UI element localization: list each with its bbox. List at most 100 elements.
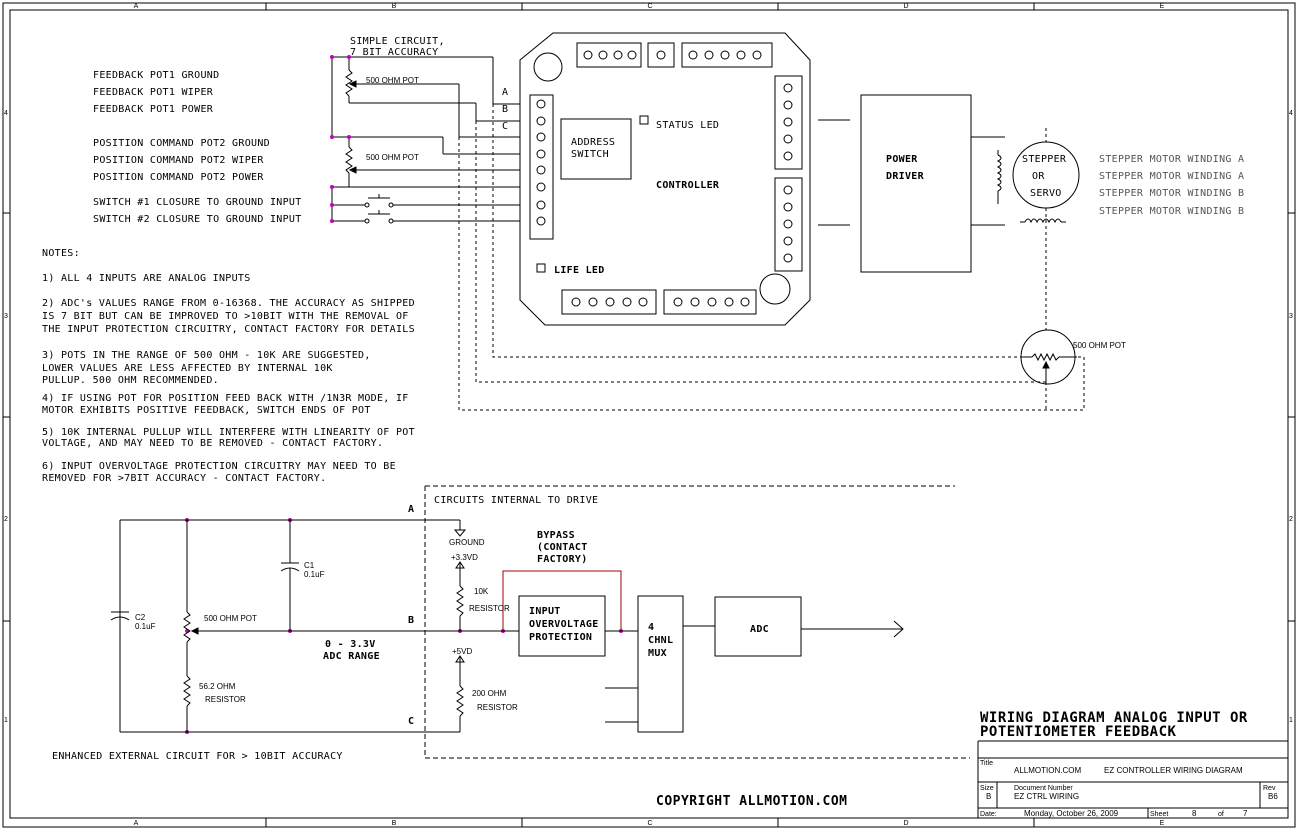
connector-letter-b: B [502, 104, 508, 115]
mux-line-2: CHNL [648, 635, 673, 646]
note-line: LOWER VALUES ARE LESS AFFECTED BY INTERN… [42, 363, 333, 374]
column-label-bottom: D [903, 820, 908, 827]
protection-line-2: OVERVOLTAGE [529, 619, 599, 630]
address-switch-line-2: SWITCH [571, 149, 609, 160]
wire-labels: FEEDBACK POT1 GROUND FEEDBACK POT1 WIPER… [93, 70, 302, 225]
note-line: 3) POTS IN THE RANGE OF 500 OHM - 10K AR… [42, 350, 371, 361]
pot1-label: 500 OHM POT [366, 76, 419, 85]
bypass-line-3: FACTORY) [537, 554, 588, 565]
column-label-top: C [647, 3, 652, 10]
note-line: VOLTAGE, AND MAY NEED TO BE REMOVED - CO… [42, 438, 383, 449]
date-value: Monday, October 26, 2009 [1024, 809, 1119, 818]
r200-label: RESISTOR [477, 703, 518, 712]
wire-label: SWITCH #1 CLOSURE TO GROUND INPUT [93, 197, 302, 208]
rev-value: B6 [1268, 792, 1278, 801]
r10k-value: 10K [474, 587, 489, 596]
row-label-left: 1 [4, 717, 8, 724]
title-field-label: Title [980, 760, 993, 767]
column-label-top: B [392, 3, 397, 10]
node-b-label: B [408, 615, 414, 626]
notes: NOTES: 1) ALL 4 INPUTS ARE ANALOG INPUTS… [42, 248, 415, 484]
internal-label: CIRCUITS INTERNAL TO DRIVE [434, 495, 598, 506]
wire-label: FEEDBACK POT1 GROUND [93, 70, 219, 81]
mux-line-1: 4 [648, 622, 654, 633]
column-label-bottom: B [392, 820, 397, 827]
connector-letter-a: A [502, 87, 508, 98]
column-label-bottom: A [134, 820, 139, 827]
c2-value: 0.1uF [135, 622, 156, 631]
simple-circuit-label: SIMPLE CIRCUIT, 7 BIT ACCURACY [350, 36, 445, 58]
note-line: THE INPUT PROTECTION CIRCUITRY, CONTACT … [42, 324, 415, 335]
c1-value: 0.1uF [304, 570, 325, 579]
feedback-pot-label: 500 OHM POT [1073, 341, 1126, 350]
adc-range-value: 0 - 3.3V [325, 639, 376, 650]
v5-label: +5VD [452, 647, 472, 656]
wire-label: POSITION COMMAND POT2 POWER [93, 172, 264, 183]
wire-label: SWITCH #2 CLOSURE TO GROUND INPUT [93, 214, 302, 225]
protection-line-1: INPUT [529, 606, 561, 617]
wire-label: FEEDBACK POT1 POWER [93, 104, 214, 115]
row-label-right: 1 [1289, 717, 1293, 724]
pot-label: 500 OHM POT [204, 614, 257, 623]
size-value: B [986, 792, 991, 801]
bypass-line-1: BYPASS [537, 530, 575, 541]
controller-board [519, 32, 811, 326]
note-line: PULLUP. 500 OHM RECOMMENDED. [42, 375, 219, 386]
v33-label: +3.3VD [451, 553, 478, 562]
winding-label: STEPPER MOTOR WINDING A [1099, 171, 1244, 182]
note-line: MOTOR EXHIBITS POSITIVE FEEDBACK, SWITCH… [42, 405, 371, 416]
copyright: COPYRIGHT ALLMOTION.COM [656, 794, 848, 809]
ground-label: GROUND [449, 538, 485, 547]
drawing-name: EZ CONTROLLER WIRING DIAGRAM [1104, 766, 1243, 775]
winding-label: STEPPER MOTOR WINDING B [1099, 188, 1244, 199]
adc-label: ADC [750, 624, 769, 635]
row-label-right: 2 [1289, 516, 1293, 523]
enhanced-circuit-label: ENHANCED EXTERNAL CIRCUIT FOR > 10BIT AC… [52, 751, 343, 762]
sheet-label: Sheet [1150, 811, 1168, 818]
size-field-label: Size [980, 785, 994, 792]
note-line: REMOVED FOR >7BIT ACCURACY - CONTACT FAC… [42, 473, 326, 484]
sheet-value: 8 [1192, 809, 1197, 818]
power-driver-line-1: POWER [886, 154, 918, 165]
column-label-top: A [134, 3, 139, 10]
top-wiring [331, 56, 530, 222]
resistor-56-value: 56.2 OHM [199, 682, 236, 691]
r10k-label: RESISTOR [469, 604, 510, 613]
column-label-bottom: C [647, 820, 652, 827]
note-line: 5) 10K INTERNAL PULLUP WILL INTERFERE WI… [42, 427, 415, 438]
protection-line-3: PROTECTION [529, 632, 592, 643]
winding-label: STEPPER MOTOR WINDING B [1099, 206, 1244, 217]
resistor-56-label: RESISTOR [205, 695, 246, 704]
pot2-label: 500 OHM POT [366, 153, 419, 162]
note-line: 6) INPUT OVERVOLTAGE PROTECTION CIRCUITR… [42, 461, 396, 472]
wire-label: POSITION COMMAND POT2 GROUND [93, 138, 270, 149]
company-name: ALLMOTION.COM [1014, 766, 1081, 775]
address-switch-line-1: ADDRESS [571, 137, 615, 148]
node-a-label: A [408, 504, 414, 515]
simple-circuit-line-2: 7 BIT ACCURACY [350, 47, 439, 58]
status-led-label: STATUS LED [656, 120, 719, 131]
bypass-line-2: (CONTACT [537, 542, 588, 553]
of-label: of [1218, 811, 1224, 818]
note-line: 2) ADC's VALUES RANGE FROM 0-16368. THE … [42, 298, 415, 309]
mux-line-3: MUX [648, 648, 667, 659]
of-value: 7 [1243, 809, 1248, 818]
winding-label: STEPPER MOTOR WINDING A [1099, 154, 1244, 165]
c1-label: C1 [304, 561, 315, 570]
column-label-top: D [903, 3, 908, 10]
row-label-left: 2 [4, 516, 8, 523]
document-number: EZ CTRL WIRING [1014, 792, 1079, 801]
connector-letter-c: C [502, 121, 508, 132]
rev-label: Rev [1263, 785, 1276, 792]
motor-label-2: OR [1032, 171, 1045, 182]
adc-range-label: ADC RANGE [323, 651, 380, 662]
motor-label-1: STEPPER [1022, 154, 1067, 165]
row-label-right: 4 [1289, 110, 1293, 117]
note-line: IS 7 BIT BUT CAN BE IMPROVED TO >10BIT W… [42, 311, 409, 322]
document-number-label: Document Number [1014, 785, 1073, 792]
c2-label: C2 [135, 613, 146, 622]
power-driver-line-2: DRIVER [886, 171, 925, 182]
wire-label: FEEDBACK POT1 WIPER [93, 87, 214, 98]
controller-label: CONTROLLER [656, 180, 720, 191]
title-block [977, 740, 1288, 818]
